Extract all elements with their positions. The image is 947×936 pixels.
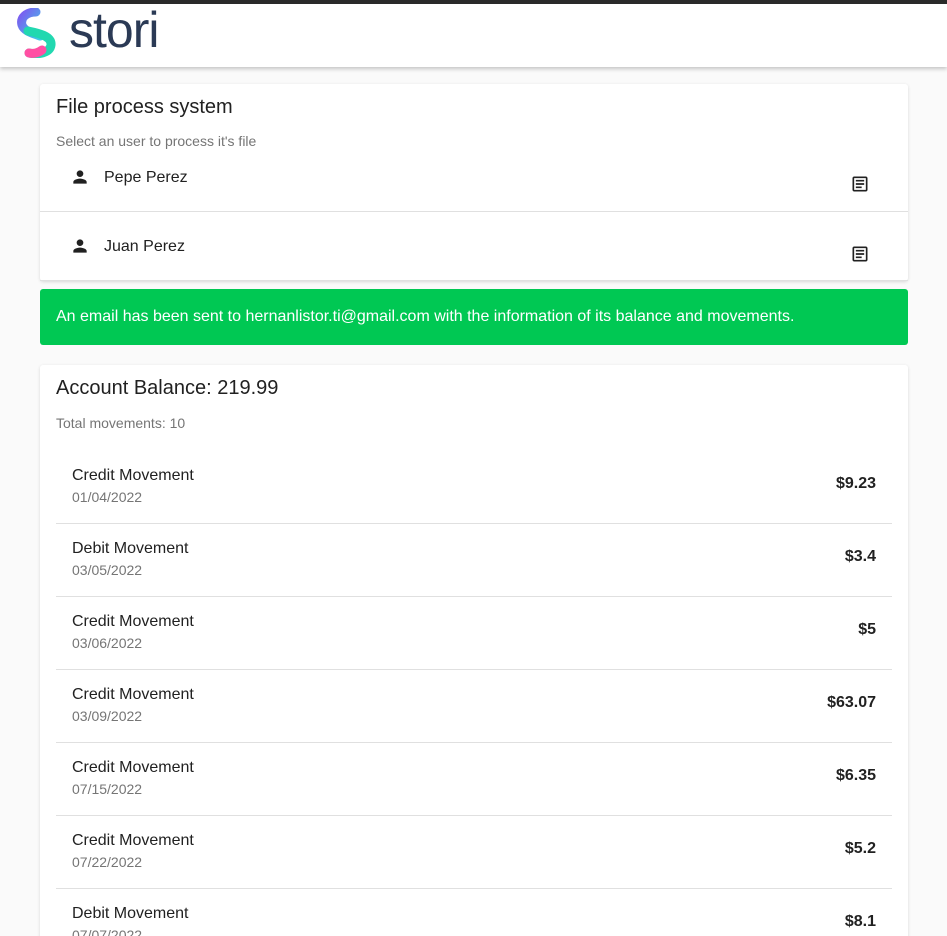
movement-date: 03/09/2022	[72, 708, 143, 724]
user-row-pepe-perez[interactable]: Pepe Perez	[40, 143, 908, 212]
account-balance-card: Account Balance: 219.99 Total movements:…	[40, 365, 908, 936]
movement-amount: $9.23	[835, 475, 876, 492]
movement-amount: $3.4	[844, 548, 876, 565]
movement-row: Credit Movement 03/09/2022 $63.07	[56, 670, 892, 743]
movement-date: 03/05/2022	[72, 562, 143, 578]
movement-type: Debit Movement	[72, 540, 189, 557]
movement-date: 07/07/2022	[72, 927, 143, 936]
success-alert: An email has been sent to hernanlistor.t…	[40, 289, 908, 345]
movement-row: Credit Movement 07/22/2022 $5.2	[56, 816, 892, 889]
user-row-juan-perez[interactable]: Juan Perez	[40, 212, 908, 281]
user-name: Juan Perez	[104, 238, 185, 255]
card-title: File process system	[56, 96, 233, 118]
movement-type: Credit Movement	[72, 832, 194, 849]
person-icon	[73, 170, 87, 184]
movement-type: Debit Movement	[72, 905, 189, 922]
movement-date: 07/22/2022	[72, 854, 143, 870]
stori-logo-icon	[17, 8, 56, 58]
movement-amount: $6.35	[835, 767, 876, 784]
movement-type: Credit Movement	[72, 467, 194, 484]
top-app-bar: stori	[0, 0, 947, 67]
movement-row: Credit Movement 07/15/2022 $6.35	[56, 743, 892, 816]
brand[interactable]: stori	[14, 2, 159, 58]
movement-row: Debit Movement 03/05/2022 $3.4	[56, 524, 892, 597]
total-movements: Total movements: 10	[56, 415, 186, 431]
movement-date: 03/06/2022	[72, 635, 143, 651]
movement-amount: $5.2	[844, 840, 876, 857]
balance-title: Account Balance: 219.99	[56, 377, 279, 399]
movement-amount: $63.07	[827, 694, 876, 711]
file-list-icon[interactable]	[850, 244, 870, 264]
movement-amount: $8.1	[844, 913, 876, 930]
file-process-card: File process system Select an user to pr…	[40, 84, 908, 281]
movement-type: Credit Movement	[72, 613, 194, 630]
movement-type: Credit Movement	[72, 759, 194, 776]
movements-list: Credit Movement 01/04/2022 $9.23 Debit M…	[56, 451, 892, 936]
person-icon	[73, 239, 87, 253]
movement-row: Credit Movement 01/04/2022 $9.23	[56, 451, 892, 524]
user-name: Pepe Perez	[104, 169, 188, 186]
file-list-icon[interactable]	[850, 174, 870, 194]
brand-name: stori	[69, 2, 159, 58]
movement-type: Credit Movement	[72, 686, 194, 703]
movement-amount: $5	[858, 621, 876, 638]
movement-date: 07/15/2022	[72, 781, 143, 797]
movement-date: 01/04/2022	[72, 489, 143, 505]
movement-row: Credit Movement 03/06/2022 $5	[56, 597, 892, 670]
movement-row: Debit Movement 07/07/2022 $8.1	[56, 889, 892, 936]
